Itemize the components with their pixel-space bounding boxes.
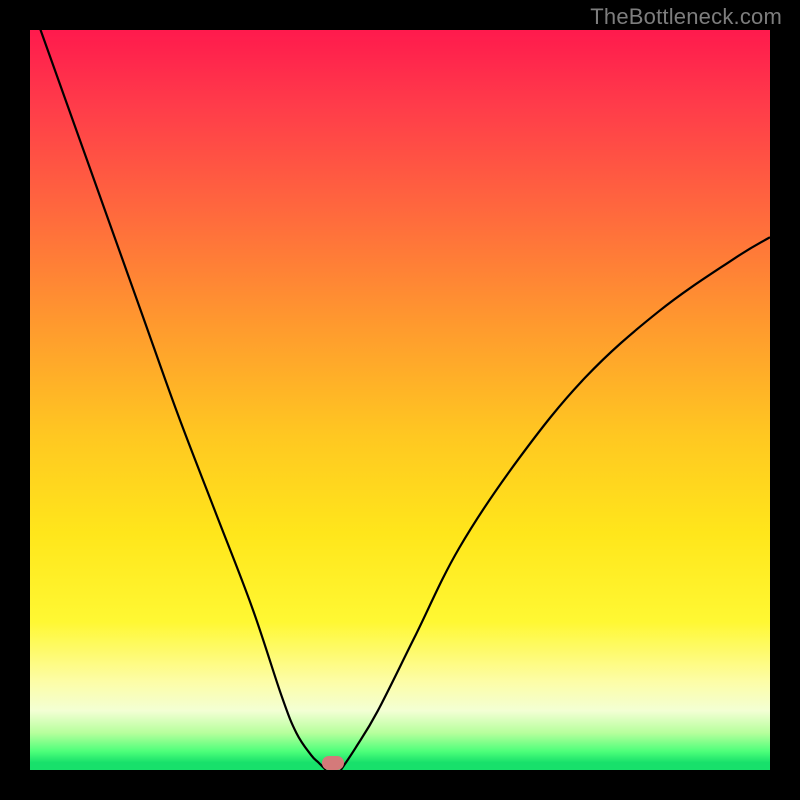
plot-area <box>30 30 770 770</box>
curve-right-branch <box>341 237 770 770</box>
bottleneck-curve <box>30 30 770 770</box>
curve-left-branch <box>30 30 326 770</box>
watermark-text: TheBottleneck.com <box>590 4 782 30</box>
minimum-marker <box>322 756 344 770</box>
chart-frame: TheBottleneck.com <box>0 0 800 800</box>
